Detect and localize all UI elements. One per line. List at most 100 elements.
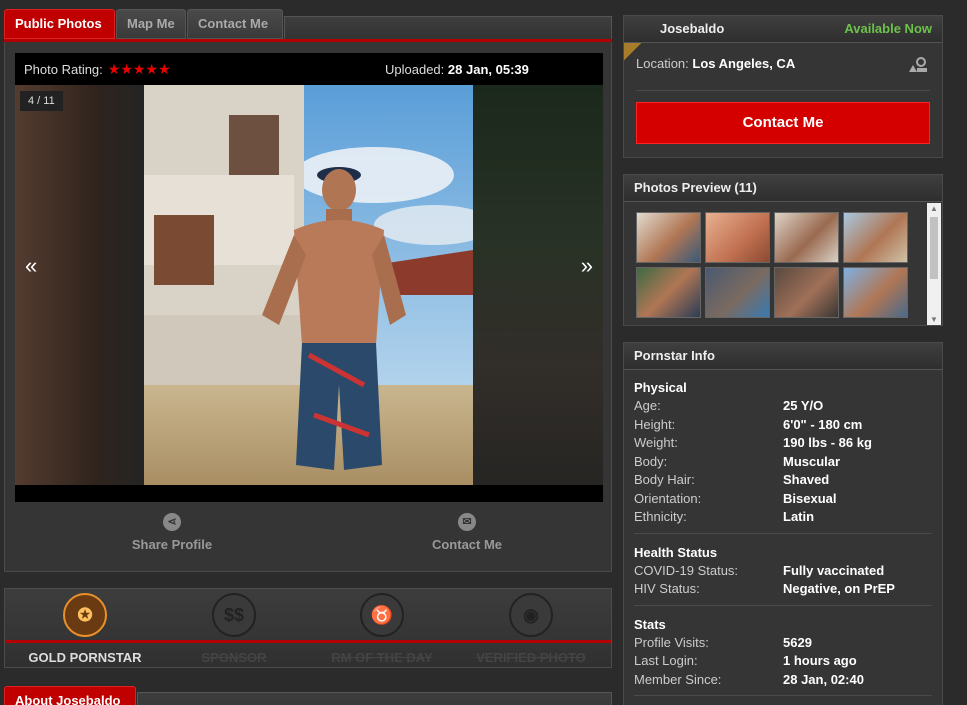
- info-value: Bisexual: [783, 490, 837, 506]
- uploaded-value: 28 Jan, 05:39: [447, 62, 529, 77]
- thumbnail[interactable]: [705, 212, 770, 263]
- info-key: HIV Status:: [634, 581, 700, 596]
- info-value: Shaved: [783, 472, 830, 487]
- tab-map-me[interactable]: Map Me: [116, 9, 186, 39]
- photos-preview-card: Photos Preview (11) ▲ ▼: [623, 174, 943, 326]
- previous-photo-preview[interactable]: [15, 85, 144, 485]
- share-profile-label: Share Profile: [131, 537, 213, 552]
- divider: [634, 695, 932, 696]
- info-row-age: Age: 25 Y/O: [634, 397, 932, 416]
- about-section: About Josebaldo: [4, 678, 612, 705]
- dollar-icon: $$: [212, 593, 256, 637]
- info-row-height: Height: 6'0" - 180 cm: [634, 416, 932, 435]
- info-key: Body:: [634, 453, 668, 469]
- tabbar-fill: [284, 16, 612, 39]
- info-row-ethnicity: Ethnicity: Latin: [634, 508, 932, 527]
- badge-label: GOLD PORNSTAR: [28, 650, 142, 665]
- stats-title: Stats: [634, 616, 666, 632]
- info-value: 6'0" - 180 cm: [783, 416, 863, 432]
- info-key: Weight:: [634, 435, 678, 450]
- info-row-body-hair: Body Hair: Shaved: [634, 471, 932, 490]
- info-row-profile-visits: Profile Visits: 5629: [634, 634, 932, 653]
- thumbnail[interactable]: [843, 212, 908, 263]
- thumbnail[interactable]: [705, 267, 770, 318]
- pornstar-info-card: Pornstar Info Physical Age: 25 Y/O Height…: [623, 342, 943, 705]
- photo-tabbar: Public Photos Map Me Contact Me: [4, 8, 612, 42]
- tab-contact-me[interactable]: Contact Me: [187, 9, 283, 39]
- photo-stage[interactable]: 4 / 11 « »: [15, 85, 603, 485]
- next-photo-preview[interactable]: [473, 85, 603, 485]
- health-title: Health Status: [634, 544, 718, 560]
- info-row-hiv: HIV Status: Negative, on PrEP: [634, 580, 932, 599]
- contact-me-action-button[interactable]: ✉ Contact Me: [392, 510, 542, 552]
- mail-icon: ✉: [458, 513, 476, 531]
- profile-header: Josebaldo Available Now: [624, 16, 942, 43]
- next-photo-arrow-icon[interactable]: »: [581, 253, 593, 279]
- info-value: 25 Y/O: [783, 398, 824, 413]
- photo-rating-label: Photo Rating:: [24, 61, 103, 77]
- photo-viewer: Photo Rating: ★★★★★ Uploaded: 28 Jan, 05…: [15, 53, 603, 502]
- info-value: 28 Jan, 02:40: [783, 671, 864, 687]
- photo-panel: Photo Rating: ★★★★★ Uploaded: 28 Jan, 05…: [4, 42, 612, 572]
- map-user-icon[interactable]: [908, 57, 928, 73]
- badge-verified-photo[interactable]: ◉ VERIFIED PHOTO: [457, 593, 605, 665]
- info-key: Last Login:: [634, 653, 698, 668]
- prev-photo-arrow-icon[interactable]: «: [25, 253, 37, 279]
- location-value: Los Angeles, CA: [692, 56, 796, 71]
- scroll-thumb[interactable]: [930, 217, 938, 279]
- preview-scrollbar[interactable]: ▲ ▼: [927, 203, 941, 325]
- tab-about[interactable]: About Josebaldo: [4, 686, 136, 705]
- main-photo[interactable]: [144, 85, 473, 485]
- viewer-header: Photo Rating: ★★★★★ Uploaded: 28 Jan, 05…: [15, 53, 603, 85]
- info-key: Member Since:: [634, 671, 722, 687]
- scroll-up-icon[interactable]: ▲: [930, 204, 938, 213]
- photo-section: Public Photos Map Me Contact Me Photo Ra…: [4, 8, 612, 705]
- uploaded-label: Uploaded:: [385, 62, 445, 77]
- thumbnail[interactable]: [843, 267, 908, 318]
- badge-gold-pornstar[interactable]: ✪ GOLD PORNSTAR: [11, 593, 159, 665]
- info-row-covid: COVID-19 Status: Fully vaccinated: [634, 562, 932, 581]
- upload-info: Uploaded: 28 Jan, 05:39: [385, 62, 529, 77]
- badge-sponsor[interactable]: $$ SPONSOR: [160, 593, 308, 665]
- info-value: 190 lbs - 86 kg: [783, 435, 872, 450]
- devil-icon: ♉: [360, 593, 404, 637]
- photo-actions: ⋖ Share Profile ✉ Contact Me: [5, 510, 613, 560]
- info-row-weight: Weight: 190 lbs - 86 kg: [634, 434, 932, 453]
- badges-bar: ✪ GOLD PORNSTAR $$ SPONSOR ♉ RM OF THE D…: [4, 588, 612, 668]
- info-key: Ethnicity:: [634, 509, 687, 524]
- share-icon: ⋖: [163, 513, 181, 531]
- info-row-last-login: Last Login: 1 hours ago: [634, 652, 932, 671]
- thumbnail[interactable]: [636, 267, 701, 318]
- profile-card: GOLD Josebaldo Available Now Location: L…: [623, 15, 943, 158]
- photos-preview-title: Photos Preview (11): [624, 175, 942, 202]
- physical-title: Physical: [634, 380, 687, 395]
- info-value: 5629: [783, 634, 812, 650]
- info-row-member-since: Member Since: 28 Jan, 02:40: [634, 671, 932, 690]
- availability-status: Available Now: [844, 21, 932, 36]
- rating-stars[interactable]: ★★★★★: [108, 61, 171, 78]
- thumbnail[interactable]: [636, 212, 701, 263]
- about-tabbar-fill: [137, 692, 612, 705]
- share-profile-button[interactable]: ⋖ Share Profile: [97, 510, 247, 552]
- info-value: Fully vaccinated: [783, 562, 885, 578]
- contact-me-button[interactable]: Contact Me: [636, 102, 930, 144]
- photo-counter: 4 / 11: [20, 91, 63, 111]
- badge-label: RM OF THE DAY: [331, 650, 433, 665]
- info-value: 1 hours ago: [783, 653, 857, 668]
- info-key: Age:: [634, 398, 661, 413]
- divider: [634, 604, 932, 606]
- tab-public-photos[interactable]: Public Photos: [4, 9, 115, 39]
- scroll-down-icon[interactable]: ▼: [930, 315, 938, 324]
- badge-rm-of-the-day[interactable]: ♉ RM OF THE DAY: [308, 593, 456, 665]
- info-value: Latin: [783, 509, 815, 524]
- info-key: COVID-19 Status:: [634, 562, 739, 578]
- info-value: Muscular: [783, 453, 841, 469]
- info-value: Negative, on PrEP: [783, 581, 895, 596]
- thumbnail[interactable]: [774, 212, 839, 263]
- award-icon: ✪: [63, 593, 107, 637]
- pornstar-info-title: Pornstar Info: [624, 343, 942, 370]
- info-key: Profile Visits:: [634, 634, 709, 650]
- profile-name: Josebaldo: [660, 21, 725, 36]
- location: Location: Los Angeles, CA: [636, 56, 795, 71]
- thumbnail[interactable]: [774, 267, 839, 318]
